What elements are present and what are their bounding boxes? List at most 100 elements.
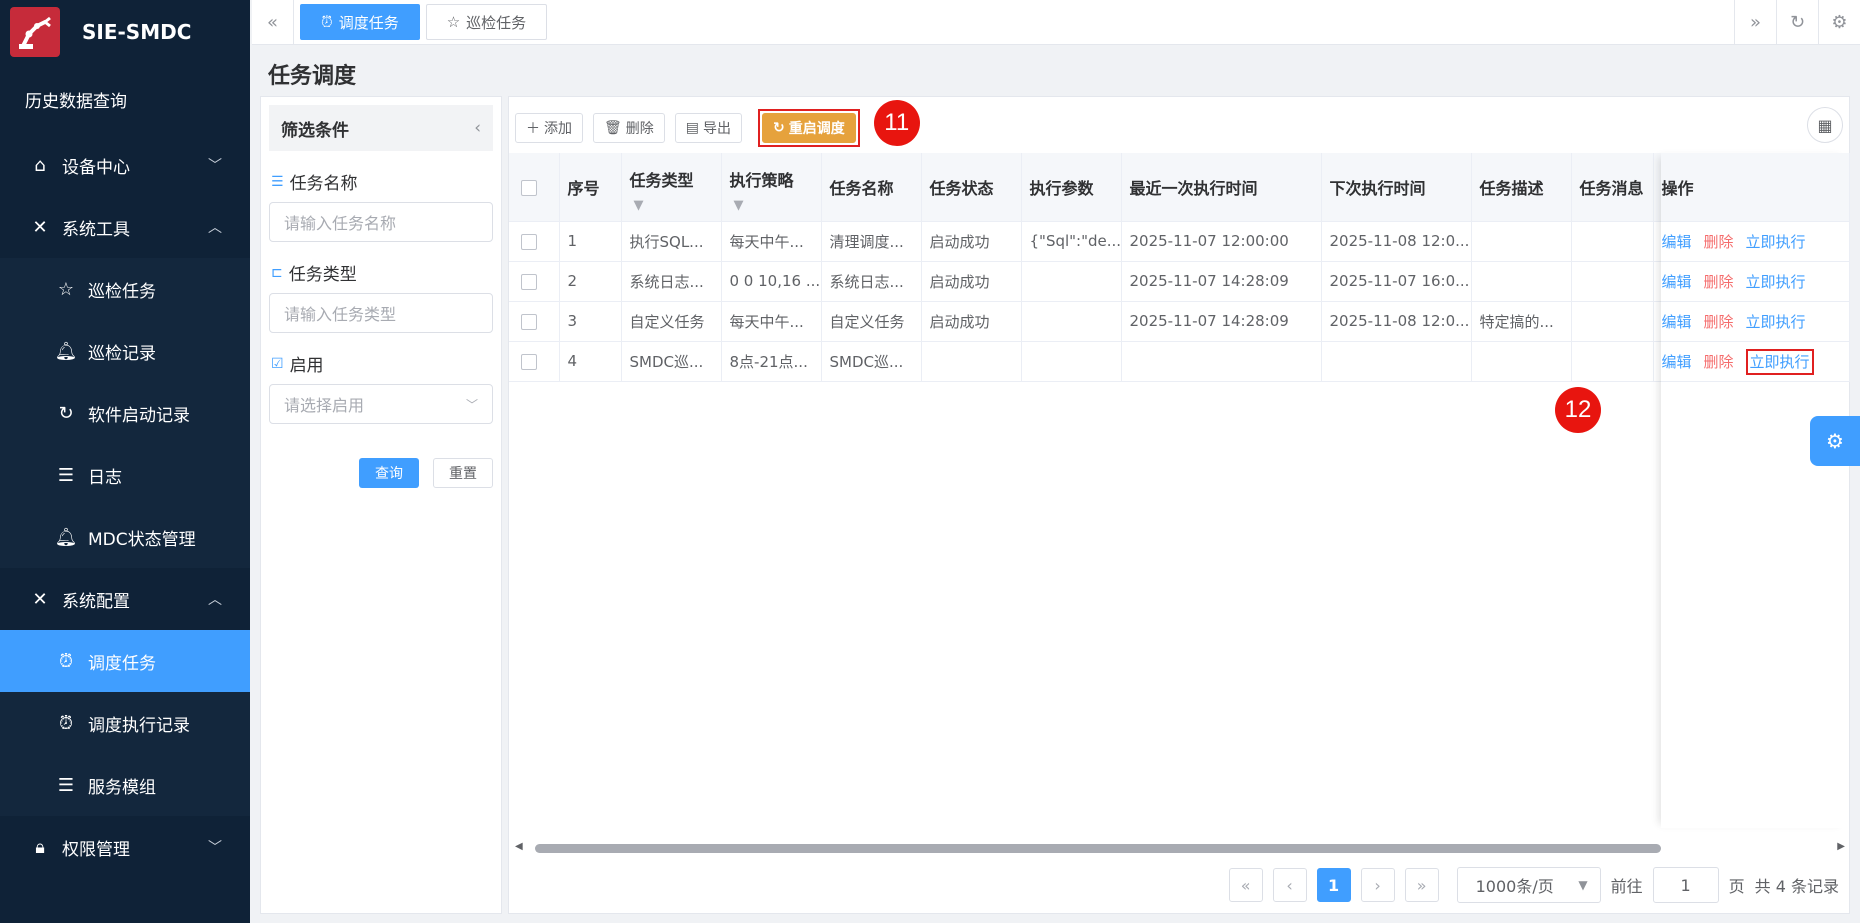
row-checkbox[interactable]	[521, 233, 537, 250]
scroll-right-button[interactable]: »	[1734, 0, 1776, 45]
collapse-filter-icon[interactable]: ‹	[474, 118, 481, 138]
menu-permission[interactable]: 🔒︎ 权限管理 ﹀	[0, 816, 250, 878]
table-cell	[1571, 221, 1654, 262]
query-button[interactable]: 查询	[359, 458, 419, 488]
run-now-link[interactable]: 立即执行	[1746, 273, 1806, 291]
select-all-cell	[509, 153, 560, 222]
menu-label: 服务模组	[88, 777, 156, 798]
menu-label: 历史数据查询	[25, 91, 127, 112]
table-cell: 系统日志...	[821, 261, 922, 302]
edit-link[interactable]: 编辑	[1662, 233, 1692, 251]
export-button[interactable]: ▤ 导出	[674, 113, 743, 143]
sidebar-item-schedule-record[interactable]: ⏰︎ 调度执行记录	[0, 692, 250, 754]
double-chevron-right-icon: »	[1749, 11, 1761, 33]
logo-area: SIE-SMDC	[0, 0, 250, 64]
table-cell	[1571, 301, 1654, 342]
list-icon: ☰	[271, 173, 284, 190]
sidebar-item-service-module[interactable]: ☰ 服务模组	[0, 754, 250, 816]
table-cell: 自定义任务	[621, 301, 722, 342]
column-settings-button[interactable]: ▦	[1807, 107, 1843, 143]
page-size-select[interactable]: 1000条/页 ▼	[1456, 867, 1601, 903]
table-row[interactable]: 2 系统日志... 0 0 10,16 ... 系统日志... 启动成功 2025-11-…	[509, 261, 1850, 302]
col-header-strategy[interactable]: 执行策略 ▼	[721, 153, 822, 222]
scroll-thumb[interactable]	[535, 844, 1661, 853]
row-checkbox[interactable]	[521, 273, 537, 290]
menu-system-tools[interactable]: ✕ 系统工具 ︿	[0, 196, 250, 258]
header-label: 执行参数	[1029, 178, 1094, 198]
table-cell: 4	[559, 341, 622, 382]
task-type-input[interactable]: 请输入任务类型	[269, 293, 493, 333]
run-now-link[interactable]: 立即执行	[1746, 313, 1806, 331]
gear-icon: ⚙	[1831, 11, 1848, 33]
menu-label: 巡检任务	[88, 281, 156, 302]
table-cell: 1	[559, 221, 622, 262]
pagination: « ‹ 1 › » 1000条/页 ▼ 前往 1 页 共 4 条记录	[1228, 867, 1839, 903]
sidebar-item-inspection-record[interactable]: 🔔︎ 巡检记录	[0, 320, 250, 382]
table-row[interactable]: 4 SMDC巡... 8点-21点... SMDC巡... 编辑 删除 立即执行	[509, 341, 1850, 382]
sidebar-item-log[interactable]: ☰ 日志	[0, 444, 250, 506]
table-row[interactable]: 1 执行SQL... 每天中午... 清理调度... 启动成功 {"Sql":"de...…	[509, 221, 1850, 262]
task-name-label: ☰ 任务名称	[271, 169, 501, 195]
prev-page-button[interactable]: ‹	[1272, 868, 1307, 902]
caret-down-icon: ▼	[1578, 878, 1588, 892]
sidebar-item-schedule-task[interactable]: ⏰︎ 调度任务	[0, 630, 250, 692]
first-page-button[interactable]: «	[1228, 868, 1263, 902]
sidebar-item-mdc-status[interactable]: 🔔︎ MDC状态管理	[0, 506, 250, 568]
refresh-button[interactable]: ↻	[1776, 0, 1818, 45]
delete-link[interactable]: 删除	[1704, 273, 1734, 291]
delete-link[interactable]: 删除	[1704, 353, 1734, 371]
filter-icon[interactable]: ▼	[734, 198, 744, 213]
page-number-current[interactable]: 1	[1316, 868, 1351, 902]
button-label: 删除	[625, 121, 654, 137]
next-page-button[interactable]: ›	[1360, 868, 1395, 902]
col-header-description: 任务描述	[1471, 153, 1572, 222]
menu-device-center[interactable]: ⌂ 设备中心 ﹀	[0, 134, 250, 196]
row-checkbox[interactable]	[521, 313, 537, 330]
reset-button[interactable]: 重置	[433, 458, 493, 488]
bell-icon: 🔔︎	[54, 526, 78, 548]
table-row[interactable]: 3 自定义任务 每天中午... 自定义任务 启动成功 2025-11-07 14:28:0…	[509, 301, 1850, 342]
delete-link[interactable]: 删除	[1704, 313, 1734, 331]
horizontal-scrollbar[interactable]: ◀ ▶	[513, 841, 1847, 855]
tab-label: 巡检任务	[466, 13, 527, 32]
refresh-icon: ↻	[58, 402, 74, 424]
add-button[interactable]: ＋添加	[515, 113, 583, 143]
edit-link[interactable]: 编辑	[1662, 353, 1692, 371]
scroll-right-arrow-icon[interactable]: ▶	[1837, 841, 1845, 852]
star-icon: ☆	[57, 278, 75, 300]
last-page-button[interactable]: »	[1404, 868, 1439, 902]
enabled-select[interactable]: 请选择启用 ﹀	[269, 384, 493, 424]
goto-page-input[interactable]: 1	[1652, 867, 1719, 903]
menu-system-config[interactable]: ✕ 系统配置 ︿	[0, 568, 250, 630]
filter-icon[interactable]: ▼	[634, 198, 644, 213]
page-unit-label: 页	[1728, 877, 1745, 896]
collapse-left-button[interactable]: «	[252, 0, 294, 45]
row-checkbox[interactable]	[521, 353, 537, 370]
delete-button[interactable]: 🗑︎ 删除	[593, 113, 665, 143]
table-toolbar: ＋添加 🗑︎ 删除 ▤ 导出 ↻ 重启调度 11	[515, 100, 920, 147]
settings-button[interactable]: ⚙	[1818, 0, 1860, 45]
floating-settings-button[interactable]: ⚙	[1810, 416, 1860, 466]
edit-link[interactable]: 编辑	[1662, 273, 1692, 291]
restart-schedule-button[interactable]: ↻ 重启调度	[762, 113, 856, 143]
sidebar-item-startup-record[interactable]: ↻ 软件启动记录	[0, 382, 250, 444]
annotation-badge-12: 12	[1555, 387, 1601, 433]
select-all-checkbox[interactable]	[521, 179, 537, 196]
edit-link[interactable]: 编辑	[1662, 313, 1692, 331]
scroll-left-arrow-icon[interactable]: ◀	[515, 841, 523, 852]
tab-schedule-task[interactable]: ⏰︎ 调度任务	[300, 4, 420, 40]
task-name-input[interactable]: 请输入任务名称	[269, 202, 493, 242]
double-chevron-left-icon: «	[1240, 875, 1251, 895]
label-text: 任务名称	[289, 174, 358, 194]
table-cell	[921, 341, 1022, 382]
tab-inspection-task[interactable]: ☆ 巡检任务	[425, 4, 548, 40]
row-actions-cell: 编辑 删除 立即执行	[1653, 261, 1850, 302]
gear-icon: ⚙	[1826, 429, 1844, 453]
row-select-cell	[509, 341, 560, 382]
run-now-link[interactable]: 立即执行	[1746, 233, 1806, 251]
sidebar-item-inspection-task[interactable]: ☆ 巡检任务	[0, 258, 250, 320]
delete-link[interactable]: 删除	[1704, 233, 1734, 251]
col-header-task-type[interactable]: 任务类型 ▼	[621, 153, 722, 222]
menu-history-query[interactable]: 历史数据查询	[0, 64, 250, 134]
run-now-link-highlighted[interactable]: 立即执行	[1745, 348, 1814, 375]
